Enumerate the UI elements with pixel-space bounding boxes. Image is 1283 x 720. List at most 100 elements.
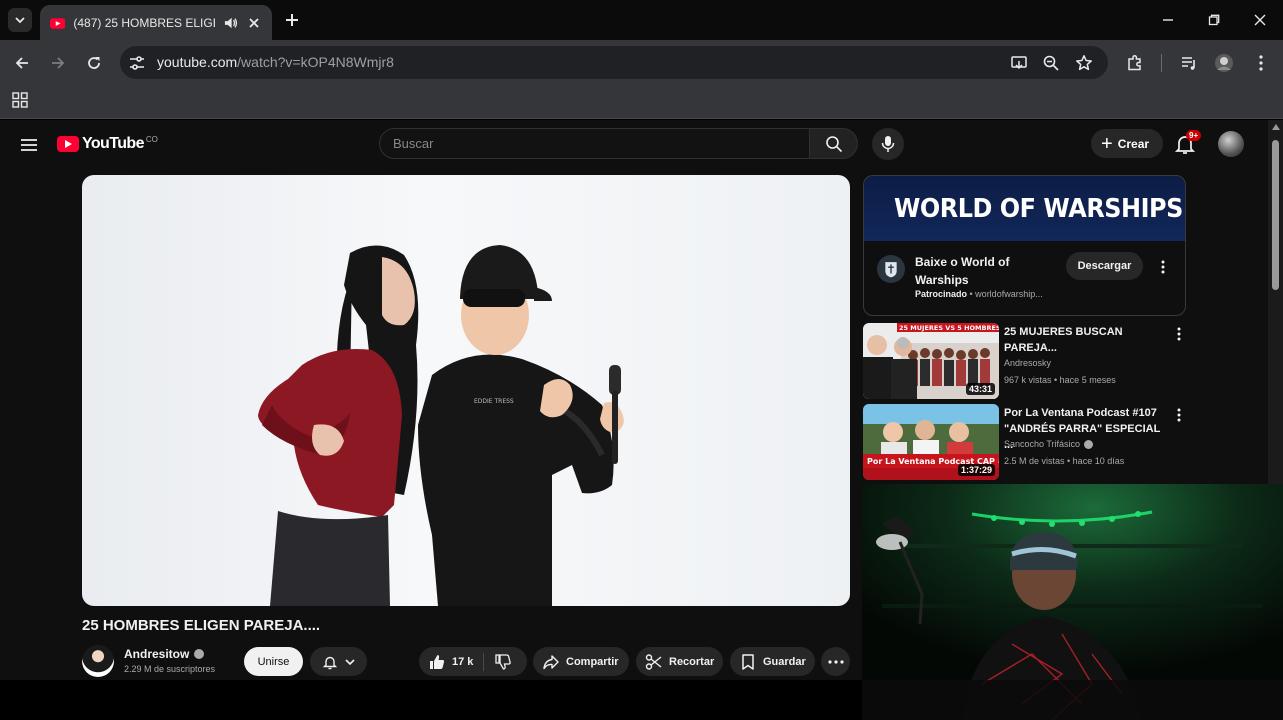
reload-button[interactable] (81, 50, 107, 76)
verified-check-icon (1084, 439, 1094, 449)
recommended-video[interactable]: 25 MUJERES VS 5 HOMBRES 43:31 25 MUJERES… (863, 323, 1193, 401)
close-window-button[interactable] (1248, 8, 1272, 32)
browser-toolbar: youtube.com/watch?v=kOP4N8Wmjr8 (0, 40, 1283, 85)
microphone-icon (881, 136, 895, 152)
channel-name-text: Andresitow (124, 647, 190, 661)
youtube-wordmark: YouTube (82, 135, 144, 152)
video-more-button[interactable] (1171, 326, 1187, 342)
channel-name[interactable]: Andresitow (124, 647, 205, 661)
voice-search-button[interactable] (872, 128, 904, 160)
address-bar[interactable]: youtube.com/watch?v=kOP4N8Wmjr8 (120, 46, 1108, 79)
toolbar-separator (1161, 54, 1162, 72)
save-button[interactable]: Guardar (730, 647, 815, 676)
youtube-favicon-icon (50, 17, 66, 29)
video-frame-illustration: EDDIE TRESS (258, 245, 624, 606)
recommended-video-meta: 2.5 M de vistas • hace 10 días (1004, 456, 1125, 466)
more-actions-button[interactable] (821, 647, 850, 676)
tab-title: (487) 25 HOMBRES ELIGEN (73, 15, 216, 30)
site-settings-icon[interactable] (128, 54, 146, 72)
tab-close-button[interactable] (247, 15, 262, 31)
ad-title[interactable]: Baixe o World of Warships (915, 253, 1045, 289)
search-input[interactable] (380, 129, 809, 158)
video-thumbnail[interactable]: Por La Ventana Podcast CAP #107 "ANDRÉS … (863, 404, 999, 480)
minimize-icon (1163, 19, 1173, 21)
speaker-icon[interactable] (223, 15, 238, 31)
arrow-left-icon (15, 57, 28, 69)
join-button[interactable]: Unirse (244, 647, 303, 676)
recommended-video-meta: 967 k vistas • hace 5 meses (1004, 375, 1116, 385)
plus-icon (286, 14, 298, 26)
browser-tabstrip: (487) 25 HOMBRES ELIGEN (0, 0, 1283, 40)
profile-avatar-icon (1215, 54, 1233, 72)
zoom-icon[interactable] (1042, 54, 1060, 72)
profile-button[interactable] (1213, 52, 1235, 74)
scroll-up-icon[interactable] (1272, 124, 1280, 130)
like-divider (483, 652, 485, 671)
channel-avatar[interactable] (82, 645, 114, 677)
search-button[interactable] (810, 128, 858, 159)
forward-button[interactable] (45, 50, 71, 76)
sponsored-ad-card[interactable]: WORLD OF WARSHIPS Baixe o World of Warsh… (863, 175, 1186, 316)
ad-more-button[interactable] (1155, 259, 1171, 275)
tab-search-button[interactable] (8, 8, 32, 32)
like-dislike-group: 17 k (419, 647, 527, 676)
like-count[interactable]: 17 k (452, 656, 473, 668)
search-icon (825, 135, 842, 152)
recommended-video[interactable]: Por La Ventana Podcast CAP #107 "ANDRÉS … (863, 404, 1193, 482)
apps-grid-icon[interactable] (12, 92, 28, 108)
search-box (379, 128, 810, 159)
restore-icon (1208, 14, 1220, 26)
youtube-play-logo-icon (57, 136, 79, 152)
more-vert-icon (1161, 260, 1165, 274)
thumbs-up-icon[interactable] (428, 653, 446, 671)
browser-tab-active[interactable]: (487) 25 HOMBRES ELIGEN (40, 5, 272, 40)
cast-screen-icon[interactable] (1010, 54, 1028, 72)
recommended-video-channel[interactable]: Sancocho Trifásico (1004, 439, 1094, 449)
ad-banner[interactable]: WORLD OF WARSHIPS (864, 176, 1185, 241)
video-thumbnail[interactable]: 25 MUJERES VS 5 HOMBRES 43:31 (863, 323, 999, 399)
chrome-menu-button[interactable] (1250, 52, 1272, 74)
webcam-scene (862, 484, 1283, 720)
video-more-button[interactable] (1171, 407, 1187, 423)
share-label: Compartir (566, 655, 619, 668)
verified-check-icon (194, 649, 205, 659)
clip-label: Recortar (669, 655, 715, 668)
clip-button[interactable]: Recortar (636, 647, 723, 676)
chevron-down-icon (15, 17, 25, 24)
media-controls-button[interactable] (1178, 52, 1200, 74)
playlist-music-icon (1182, 57, 1195, 70)
channel-name-text: Sancocho Trifásico (1004, 439, 1081, 449)
scrollbar-thumb[interactable] (1272, 140, 1279, 290)
video-player[interactable]: EDDIE TRESS (82, 175, 850, 606)
restore-button[interactable] (1202, 8, 1226, 32)
account-avatar[interactable] (1218, 131, 1244, 157)
subscribe-bell-button[interactable] (310, 647, 367, 676)
subscriber-count: 2.29 M de suscriptores (124, 664, 216, 674)
ad-meta: Patrocinado • worldofwarship... (915, 289, 1043, 299)
bell-icon (322, 656, 337, 669)
create-button[interactable]: + Crear (1091, 129, 1164, 158)
star-icon[interactable] (1075, 54, 1093, 72)
youtube-logo[interactable]: YouTube CO (57, 133, 158, 155)
more-vert-icon (1177, 327, 1181, 341)
ad-download-button[interactable]: Descargar (1066, 252, 1143, 280)
bookmark-icon (742, 653, 754, 670)
recommended-video-title[interactable]: 25 MUJERES BUSCAN PAREJA... (1004, 324, 1164, 356)
youtube-header: YouTube CO + Crear 9+ (0, 120, 1268, 168)
recommended-video-channel[interactable]: Andresosky (1004, 358, 1051, 368)
share-button[interactable]: Compartir (533, 647, 629, 676)
video-duration: 43:31 (965, 383, 995, 395)
share-icon (543, 654, 559, 669)
hoodie-print-text: EDDIE TRESS (474, 398, 514, 405)
back-button[interactable] (9, 50, 35, 76)
scissors-icon (645, 653, 662, 670)
new-tab-button[interactable] (282, 10, 302, 30)
video-title: 25 HOMBRES ELIGEN PAREJA.... (82, 617, 321, 634)
ad-advertiser-logo (877, 255, 905, 283)
chevron-down-icon (344, 658, 355, 665)
thumbs-down-icon[interactable] (494, 653, 512, 671)
hamburger-menu-icon[interactable] (17, 133, 41, 157)
minimize-button[interactable] (1156, 8, 1180, 32)
streamer-webcam-overlay (862, 484, 1283, 720)
extensions-button[interactable] (1124, 52, 1146, 74)
